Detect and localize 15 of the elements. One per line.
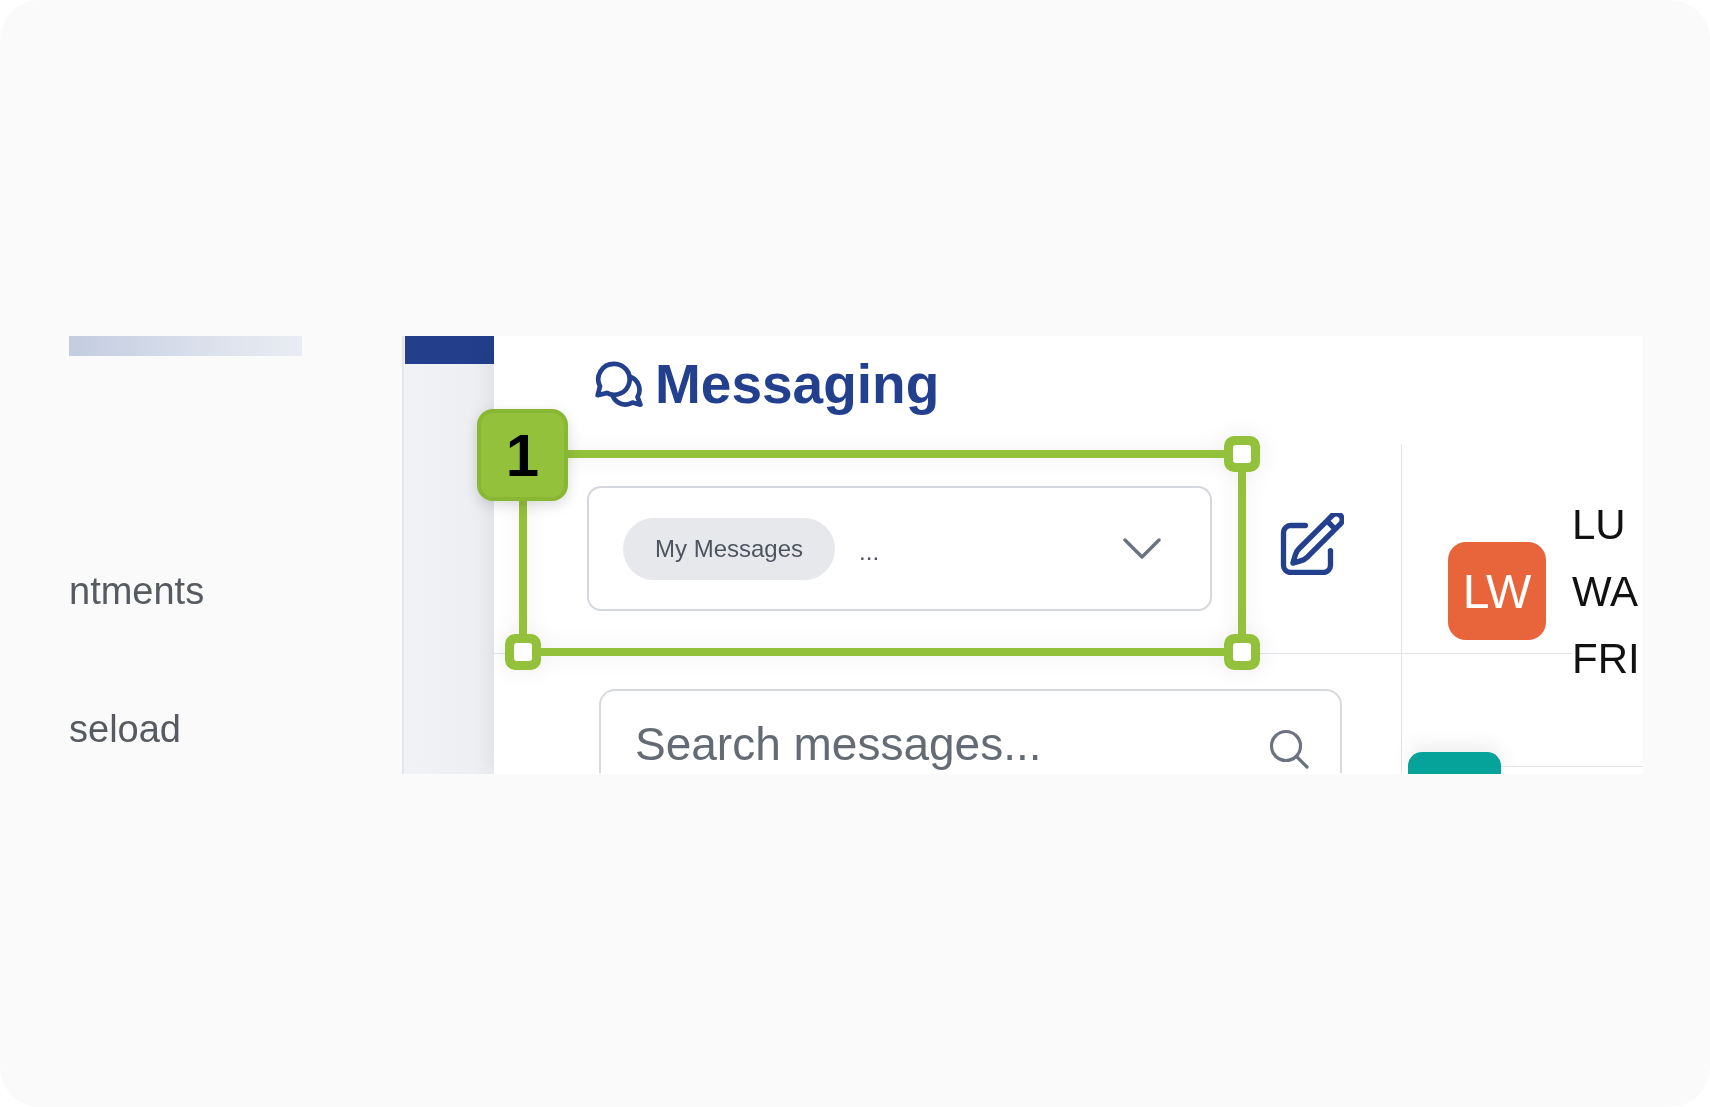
chat-bubbles-icon (595, 361, 643, 407)
sidebar-item[interactable]: ntments (69, 569, 205, 613)
conversation-text: WA (1572, 567, 1640, 617)
search-icon[interactable] (1269, 729, 1309, 769)
conversation-text: LU (1572, 500, 1627, 550)
panel-title: Messaging (655, 353, 940, 415)
avatar: LW (1448, 542, 1546, 640)
search-field[interactable]: Search messages... (599, 689, 1342, 773)
chevron-down-icon (1123, 538, 1161, 559)
sidebar-item[interactable]: seload (69, 707, 181, 751)
filter-chip: My Messages (623, 517, 836, 580)
conversation-text: FRI (1572, 634, 1640, 684)
filter-dropdown[interactable]: My Messages ... (587, 486, 1212, 611)
ellipsis-text: ... (859, 537, 880, 566)
step-badge: 1 (477, 409, 568, 501)
